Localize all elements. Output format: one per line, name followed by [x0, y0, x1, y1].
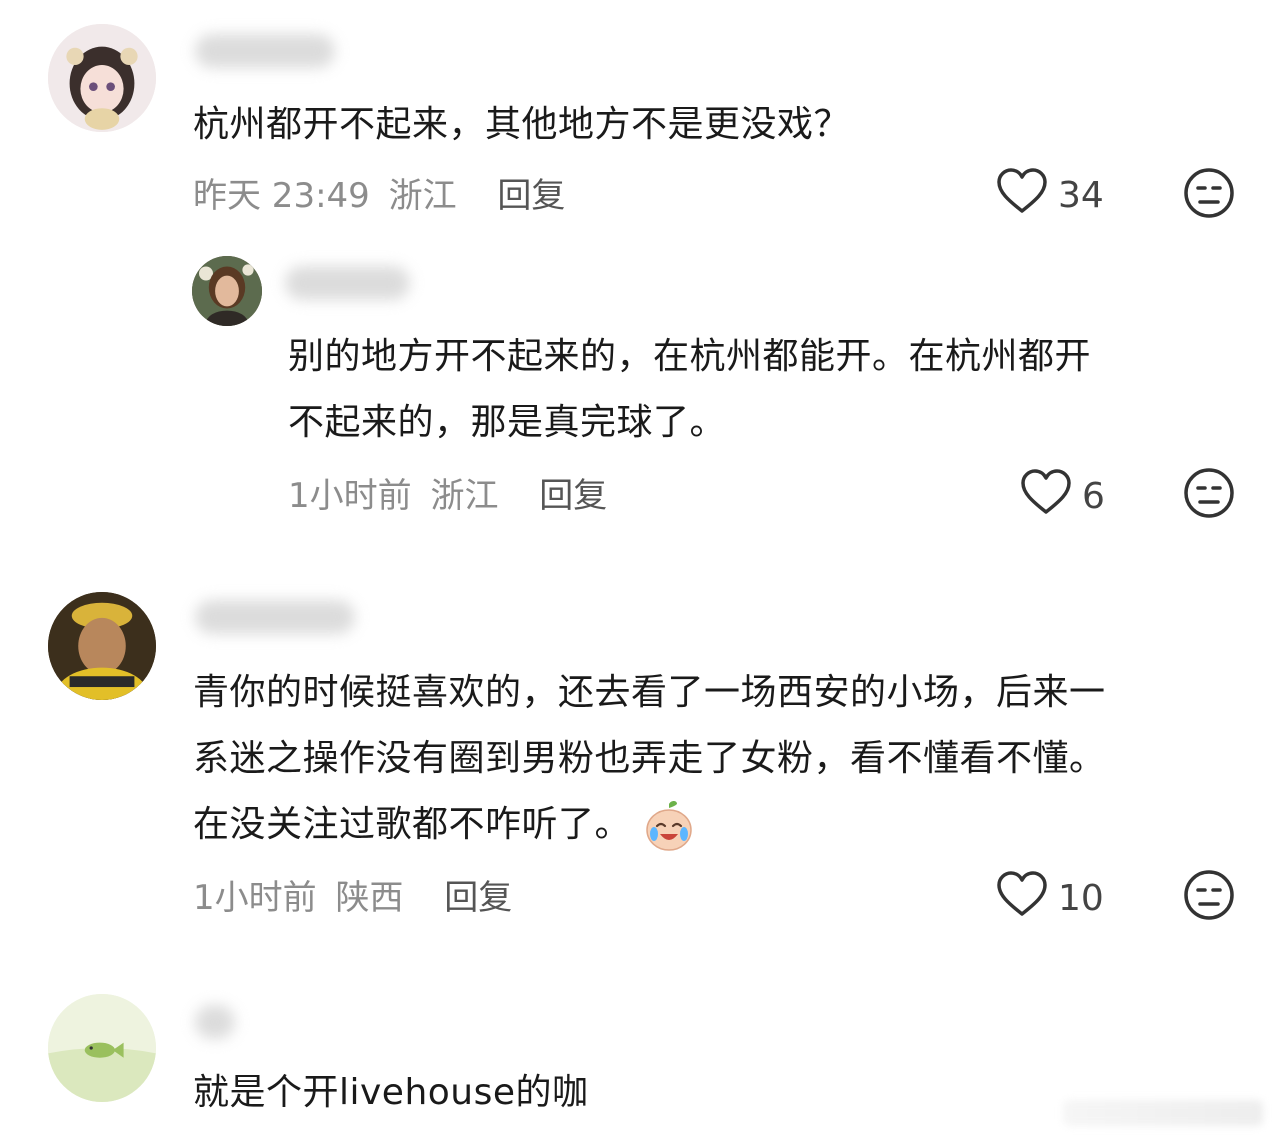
like-button[interactable]: 6	[1020, 469, 1105, 524]
comment-location: 浙江	[388, 176, 457, 216]
watermark	[1063, 1100, 1263, 1126]
comment-text-line: 在没关注过歌都不咋听了。	[193, 792, 697, 858]
comment-meta: 1小时前 浙江 回复	[288, 468, 607, 517]
heart-outline-icon	[996, 168, 1048, 223]
comment-location: 陕西	[335, 878, 404, 918]
fish-avatar-icon	[48, 994, 156, 1102]
anime-girl-avatar-icon	[48, 24, 156, 132]
comment-text-line: 别的地方开不起来的，在杭州都能开。在杭州都开	[288, 336, 1092, 377]
woman-photo-avatar-icon	[192, 256, 262, 326]
like-count: 10	[1058, 878, 1104, 919]
meh-face-icon	[1183, 869, 1235, 921]
avatar[interactable]	[192, 256, 262, 326]
monk-photo-avatar-icon	[48, 592, 156, 700]
username[interactable]	[195, 600, 355, 634]
reply-button[interactable]: 回复	[444, 878, 512, 918]
comment-time: 1小时前	[288, 476, 412, 516]
like-button[interactable]: 10	[996, 871, 1104, 926]
dislike-button[interactable]	[1183, 467, 1235, 519]
comment-text-fragment: 在没关注过歌都不咋听了。	[193, 804, 632, 845]
meh-face-icon	[1183, 467, 1235, 519]
comment-text-line: 系迷之操作没有圈到男粉也弄走了女粉，看不懂看不懂。	[193, 738, 1106, 779]
heart-outline-icon	[1020, 469, 1072, 524]
heart-outline-icon	[996, 871, 1048, 926]
comment-time: 昨天 23:49	[193, 176, 370, 216]
reply-button[interactable]: 回复	[497, 176, 565, 216]
comment-text: 杭州都开不起来，其他地方不是更没戏？	[193, 104, 851, 145]
dislike-button[interactable]	[1183, 167, 1235, 219]
comment-meta: 1小时前 陕西 回复	[193, 870, 512, 919]
like-count: 34	[1058, 175, 1104, 216]
comment-meta: 昨天 23:49 浙江 回复	[193, 168, 565, 217]
like-count: 6	[1082, 476, 1105, 517]
reply-button[interactable]: 回复	[539, 476, 607, 516]
crying-laughing-emoji-icon	[641, 798, 697, 854]
avatar[interactable]	[48, 592, 156, 700]
avatar[interactable]	[48, 994, 156, 1102]
username[interactable]	[285, 266, 410, 300]
comment-text-line: 不起来的，那是真完球了。	[288, 402, 727, 443]
dislike-button[interactable]	[1183, 869, 1235, 921]
avatar[interactable]	[48, 24, 156, 132]
comment-text: 就是个开livehouse的咖	[193, 1072, 589, 1113]
comment-text-line: 青你的时候挺喜欢的，还去看了一场西安的小场，后来一	[193, 672, 1106, 713]
username[interactable]	[195, 1005, 235, 1039]
comment-location: 浙江	[430, 476, 499, 516]
username[interactable]	[195, 34, 335, 68]
like-button[interactable]: 34	[996, 168, 1104, 223]
meh-face-icon	[1183, 167, 1235, 219]
comment-time: 1小时前	[193, 878, 317, 918]
